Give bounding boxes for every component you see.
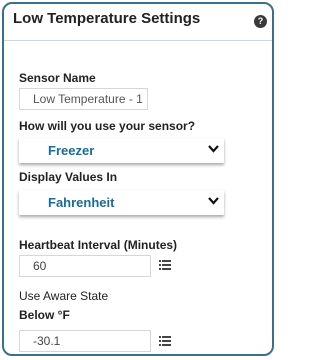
title-divider (4, 40, 272, 41)
usage-select[interactable]: Freezer (19, 138, 224, 163)
heartbeat-label: Heartbeat Interval (Minutes) (19, 238, 178, 252)
usage-label: How will you use your sensor? (19, 119, 196, 133)
sensor-name-label: Sensor Name (19, 71, 96, 85)
aware-state-label: Use Aware State (19, 289, 109, 303)
display-values-select[interactable]: Fahrenheit (19, 190, 224, 215)
heartbeat-input[interactable]: 60 (19, 255, 151, 277)
display-values-selected: Fahrenheit (48, 195, 115, 210)
list-icon[interactable] (159, 336, 171, 346)
chevron-down-icon (208, 197, 219, 205)
panel-title: Low Temperature Settings (13, 10, 201, 27)
sensor-name-input[interactable]: Low Temperature - 1 (19, 88, 148, 110)
below-input[interactable]: -30.1 (19, 330, 151, 352)
list-icon[interactable] (159, 260, 171, 270)
settings-panel: Low Temperature Settings ? Sensor Name L… (2, 2, 274, 356)
display-values-label: Display Values In (19, 170, 118, 184)
below-label: Below °F (19, 308, 70, 322)
chevron-down-icon (208, 145, 219, 153)
usage-selected: Freezer (48, 143, 95, 158)
help-icon[interactable]: ? (254, 15, 267, 28)
